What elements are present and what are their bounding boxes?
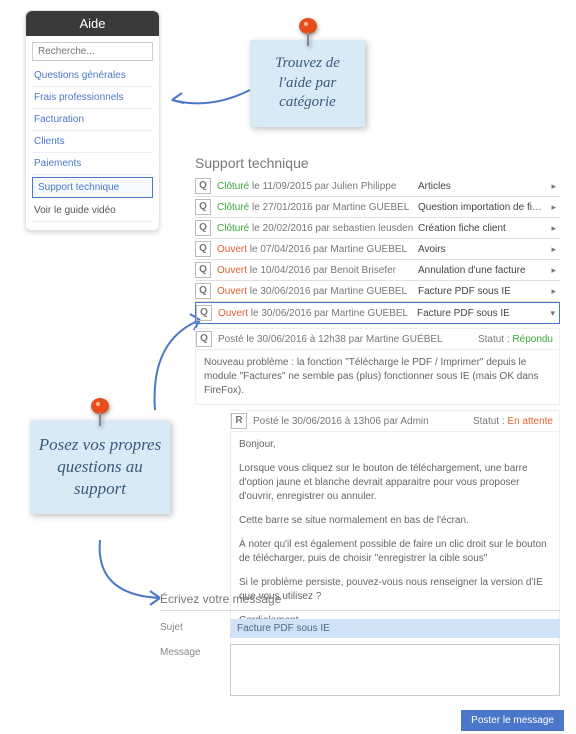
help-sidebar: Aide Questions générales Frais professio… <box>25 10 160 231</box>
compose-panel: Écrivez votre message Sujet Facture PDF … <box>160 592 560 702</box>
ticket-meta: Ouvert le 07/04/2016 par Martine GUÉBEL <box>217 244 418 255</box>
sticky-text: Trouvez de l'aide par catégorie <box>275 55 340 110</box>
sidebar-title: Aide <box>26 11 159 36</box>
status-text: Clôturé <box>217 223 249 234</box>
ticket-meta: Clôturé le 27/01/2016 par Martine GUÉBEL <box>217 202 418 213</box>
ticket-title: Annulation d'une facture <box>418 265 546 276</box>
ticket-meta: Clôturé le 20/02/2016 par sebastien leus… <box>217 223 418 234</box>
ticket-meta: Clôturé le 11/09/2015 par Julien Philipp… <box>217 181 418 192</box>
ticket-meta: Ouvert le 30/06/2016 par Martine GUÉBEL <box>217 286 418 297</box>
sticky-text: Posez vos propres questions au support <box>39 435 161 498</box>
question-badge: Q <box>195 241 211 257</box>
question-body: Nouveau problème : la fonction "Téléchar… <box>195 349 560 405</box>
question-badge: Q <box>195 178 211 194</box>
page-title: Support technique <box>195 155 560 171</box>
nav-support[interactable]: Support technique <box>32 177 153 198</box>
ticket-title: Création fiche client <box>418 223 546 234</box>
nav-video-guide[interactable]: Voir le guide vidéo <box>32 200 153 222</box>
nav-clients[interactable]: Clients <box>32 131 153 153</box>
question-badge: Q <box>195 220 211 236</box>
nav-billing[interactable]: Facturation <box>32 109 153 131</box>
status-label: Statut : En attente <box>473 416 553 427</box>
message-label: Message <box>160 644 230 696</box>
chevron-right-icon: ▸ <box>546 286 556 297</box>
ticket-meta: Ouvert le 10/04/2016 par Benoit Brisefer <box>217 265 418 276</box>
ticket-row[interactable]: Q Clôturé le 20/02/2016 par sebastien leu… <box>195 218 560 239</box>
message-textarea[interactable] <box>230 644 560 696</box>
nav-expenses[interactable]: Frais professionnels <box>32 87 153 109</box>
chevron-right-icon: ▸ <box>546 202 556 213</box>
chevron-right-icon: ▸ <box>546 223 556 234</box>
post-wrap: Poster le message <box>461 710 564 731</box>
question-badge: Q <box>195 199 211 215</box>
ticket-list: Q Clôturé le 11/09/2015 par Julien Philip… <box>195 176 560 324</box>
chevron-right-icon: ▸ <box>546 181 556 192</box>
subject-field: Sujet Facture PDF sous IE <box>160 619 560 638</box>
nav-general[interactable]: Questions générales <box>32 65 153 87</box>
ticket-title: Avoirs <box>418 244 546 255</box>
sticky-note-support: Posez vos propres questions au support <box>30 420 170 514</box>
status-text: Ouvert <box>217 244 247 255</box>
ticket-row[interactable]: Q Ouvert le 07/04/2016 par Martine GUÉBEL… <box>195 239 560 260</box>
pushpin-icon <box>88 398 112 434</box>
ticket-title: Articles <box>418 181 546 192</box>
question-badge: Q <box>196 331 212 347</box>
status-text: Clôturé <box>217 181 249 192</box>
chevron-right-icon: ▸ <box>546 265 556 276</box>
compose-title: Écrivez votre message <box>160 592 560 611</box>
ticket-title: Facture PDF sous IE <box>417 308 545 319</box>
help-categories: Questions générales Frais professionnels… <box>32 65 153 222</box>
ticket-title: Facture PDF sous IE <box>418 286 546 297</box>
search-input[interactable] <box>32 42 153 61</box>
nav-payments[interactable]: Paiements <box>32 153 153 175</box>
status-text: Ouvert <box>218 308 248 319</box>
subject-label: Sujet <box>160 619 230 638</box>
question-badge: Q <box>195 283 211 299</box>
arrow-icon <box>160 80 260 120</box>
ticket-row[interactable]: Q Ouvert le 30/06/2016 par Martine GUÉBEL… <box>195 281 560 302</box>
ticket-row[interactable]: Q Ouvert le 30/06/2016 par Martine GUÉBEL… <box>195 302 560 324</box>
posted-meta: Posté le 30/06/2016 à 12h38 par Martine … <box>218 334 443 345</box>
posted-meta: Posté le 30/06/2016 à 13h06 par Admin <box>253 416 429 427</box>
message-field: Message <box>160 644 560 696</box>
post-message-button[interactable]: Poster le message <box>461 710 564 731</box>
ticket-row[interactable]: Q Clôturé le 11/09/2015 par Julien Philip… <box>195 176 560 197</box>
status-label: Statut : Répondu <box>478 334 553 345</box>
ticket-row[interactable]: Q Ouvert le 10/04/2016 par Benoit Brisefe… <box>195 260 560 281</box>
reply-badge: R <box>231 413 247 429</box>
question-badge: Q <box>196 305 212 321</box>
subject-input[interactable]: Facture PDF sous IE <box>230 619 560 638</box>
chevron-down-icon: ▾ <box>545 308 555 319</box>
question-badge: Q <box>195 262 211 278</box>
status-text: Clôturé <box>217 202 249 213</box>
sticky-note-categories: Trouvez de l'aide par catégorie <box>250 40 365 127</box>
pushpin-icon <box>296 18 320 55</box>
ticket-meta: Ouvert le 30/06/2016 par Martine GUÉBEL <box>218 308 417 319</box>
chevron-right-icon: ▸ <box>546 244 556 255</box>
status-text: Ouvert <box>217 265 247 276</box>
ticket-title: Question importation de fichiers clients… <box>418 202 546 213</box>
question-post: Q Posté le 30/06/2016 à 12h38 par Martin… <box>195 328 560 405</box>
status-text: Ouvert <box>217 286 247 297</box>
ticket-row[interactable]: Q Clôturé le 27/01/2016 par Martine GUÉBE… <box>195 197 560 218</box>
